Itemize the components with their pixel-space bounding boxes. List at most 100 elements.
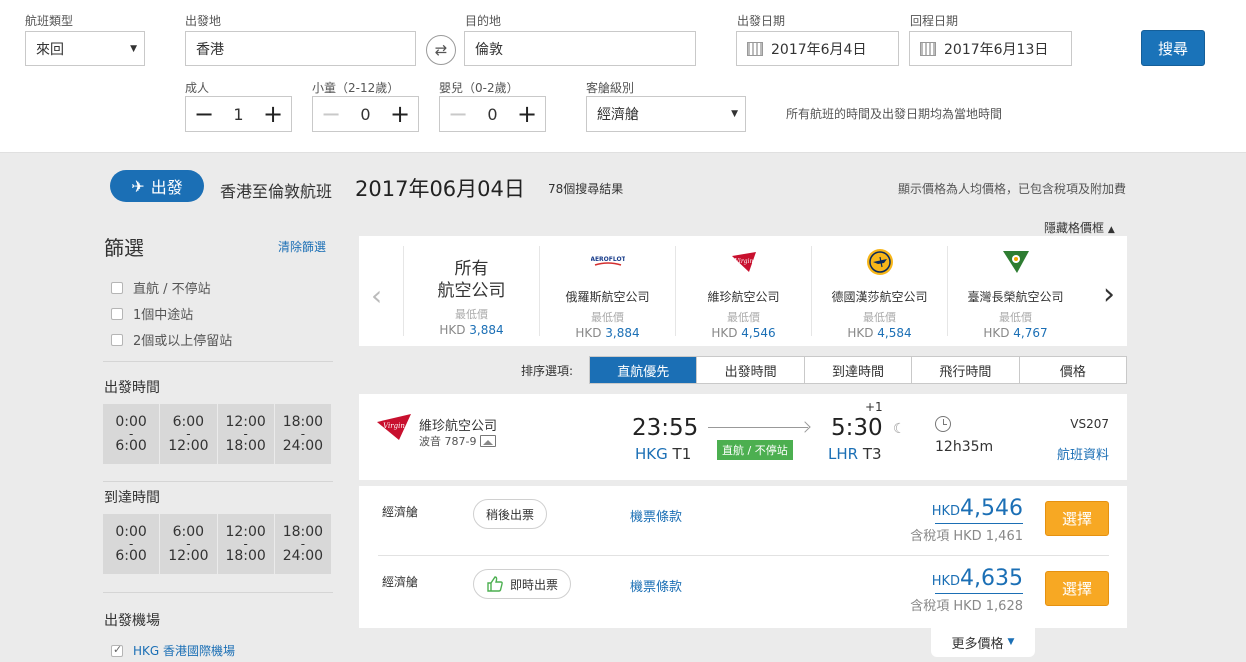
return-date-input[interactable]: 2017年6月13日	[909, 31, 1072, 66]
origin-input[interactable]: 香港	[185, 31, 416, 66]
eva-air-logo	[948, 248, 1083, 276]
filter-one-stop[interactable]: 1個中途站	[111, 304, 193, 323]
aeroflot-logo: AEROFLOT	[540, 248, 675, 276]
adults-value: 1	[233, 104, 244, 124]
filter-title: 篩選	[104, 236, 144, 260]
time-to: 24:00	[282, 548, 324, 564]
select-button[interactable]: 選擇	[1045, 571, 1109, 606]
time-to: 6:00	[115, 438, 147, 454]
virgin-logo: Virgin	[676, 248, 811, 276]
time-slot[interactable]: 6:00-12:00	[160, 514, 217, 574]
ticketing-label: 即時出票	[510, 577, 559, 592]
clear-filter-link[interactable]: 清除篩選	[278, 238, 326, 255]
time-slot[interactable]: 0:00-6:00	[103, 514, 160, 574]
svg-text:Virgin: Virgin	[734, 258, 753, 265]
more-prices-button[interactable]: 更多價格 ▼	[931, 627, 1035, 657]
origin-label: 出發地	[185, 14, 222, 28]
time-to: 18:00	[225, 548, 266, 564]
all-airlines-line1: 所有	[454, 259, 489, 279]
children-label: 小童（2-12歲）	[312, 81, 400, 95]
photo-icon[interactable]	[480, 435, 497, 447]
airline-col-all[interactable]: 所有 航空公司 最低價 HKD 3,884	[403, 246, 539, 337]
infants-stepper[interactable]: − 0 +	[439, 96, 546, 132]
sort-tab-direct-first[interactable]: 直航優先	[590, 357, 697, 383]
ticketing-badge: 即時出票	[473, 569, 572, 599]
search-panel: 航班類型 來回 ▼ 出發地 香港 ⇄ 目的地 倫敦 出發日期 2017年6月4日…	[0, 0, 1246, 153]
plus-icon[interactable]: +	[516, 102, 538, 126]
airline-name: 德國漢莎航空公司	[831, 290, 928, 304]
price-underline	[935, 523, 1023, 524]
chevron-down-icon: ▼	[130, 44, 137, 54]
time-slot[interactable]: 12:00-18:00	[217, 404, 274, 464]
plus-icon[interactable]: +	[262, 102, 284, 126]
swap-icon[interactable]: ⇄	[426, 35, 456, 65]
checkbox[interactable]	[111, 333, 123, 346]
fare-terms-link[interactable]: 機票條款	[630, 576, 682, 595]
checkbox[interactable]	[111, 281, 123, 294]
search-button[interactable]: 搜尋	[1141, 30, 1205, 66]
chevron-left-icon[interactable]: ‹	[371, 279, 382, 312]
local-time-note: 所有航班的時間及出發日期均為當地時間	[786, 107, 1003, 121]
depart-date-input[interactable]: 2017年6月4日	[736, 31, 899, 66]
checkbox[interactable]	[111, 307, 123, 320]
adults-stepper[interactable]: − 1 +	[185, 96, 292, 132]
departure-airport: HKG T1	[635, 445, 691, 463]
fare-tax: 含稅項 HKD 1,461	[910, 529, 1023, 544]
route-date: 2017年06月04日	[355, 177, 525, 201]
aircraft-label: 波音 787-9	[419, 435, 477, 448]
fare-row: 經濟艙 稍後出票 機票條款 HKD4,546 含稅項 HKD 1,461 選擇	[378, 486, 1109, 556]
infants-label: 嬰兒（0-2歲）	[439, 81, 519, 95]
currency: HKD	[847, 326, 874, 340]
time-slot[interactable]: 0:00-6:00	[103, 404, 160, 464]
day-offset: +1	[865, 400, 883, 414]
fare-price: HKD4,635	[932, 566, 1023, 591]
currency: HKD	[711, 326, 738, 340]
time-slot[interactable]: 12:00-18:00	[217, 514, 274, 574]
time-slot[interactable]: 18:00-24:00	[274, 404, 331, 464]
filter-airport-hkg[interactable]: HKG 香港國際機場	[111, 642, 235, 659]
plus-icon[interactable]: +	[389, 102, 411, 126]
cabin-select[interactable]: 經濟艙 ▼	[586, 96, 746, 132]
children-stepper[interactable]: − 0 +	[312, 96, 419, 132]
price-underline	[935, 593, 1023, 594]
sort-tab-arrival-time[interactable]: 到達時間	[803, 357, 911, 383]
lowest-label: 最低價	[591, 311, 624, 324]
filter-two-plus-label: 2個或以上停留站	[133, 334, 233, 349]
currency: HKD	[931, 574, 961, 589]
chevron-right-icon[interactable]: ›	[1103, 277, 1115, 312]
infants-value: 0	[487, 104, 498, 124]
minus-icon[interactable]: −	[193, 102, 215, 126]
minus-icon[interactable]: −	[320, 102, 342, 126]
checkbox[interactable]	[111, 643, 123, 657]
airline-col-aeroflot[interactable]: AEROFLOT 俄羅斯航空公司 最低價 HKD 3,884	[539, 246, 675, 340]
time-slot[interactable]: 18:00-24:00	[274, 514, 331, 574]
lowest-label: 最低價	[455, 308, 488, 321]
airline-col-lufthansa[interactable]: 德國漢莎航空公司 最低價 HKD 4,584	[811, 246, 947, 340]
airline-col-eva[interactable]: 臺灣長榮航空公司 最低價 HKD 4,767	[947, 246, 1083, 340]
chevron-down-icon: ▼	[1007, 637, 1015, 647]
lowest-label: 最低價	[727, 311, 760, 324]
hide-price-grid-toggle[interactable]: 隱藏格價框 ▲	[1044, 219, 1115, 236]
airline-col-virgin[interactable]: Virgin 維珍航空公司 最低價 HKD 4,546	[675, 246, 811, 340]
lowest-price: HKD 3,884	[540, 326, 675, 340]
sort-tab-departure-time[interactable]: 出發時間	[696, 357, 803, 383]
arr-code: LHR	[828, 445, 859, 463]
price-value: 4,546	[741, 326, 776, 340]
fare-terms-link[interactable]: 機票條款	[630, 506, 682, 525]
sort-label: 排序選項:	[521, 364, 574, 378]
filter-two-plus-stops[interactable]: 2個或以上停留站	[111, 330, 232, 349]
time-slot[interactable]: 6:00-12:00	[160, 404, 217, 464]
dep-terminal: T1	[672, 445, 692, 463]
sort-tab-flight-time[interactable]: 飛行時間	[911, 357, 1018, 383]
flight-info-link[interactable]: 航班資料	[1057, 444, 1109, 463]
select-button[interactable]: 選擇	[1045, 501, 1109, 536]
filter-nonstop[interactable]: 直航 / 不停站	[111, 278, 211, 297]
time-to: 12:00	[168, 548, 209, 564]
sort-tab-price[interactable]: 價格	[1018, 357, 1126, 383]
hide-grid-label: 隱藏格價框	[1044, 221, 1105, 235]
minus-icon[interactable]: −	[447, 102, 469, 126]
ticketing-label: 稍後出票	[486, 507, 535, 522]
destination-input[interactable]: 倫敦	[464, 31, 696, 66]
trip-type-select[interactable]: 來回 ▼	[25, 31, 145, 66]
currency: HKD	[575, 326, 602, 340]
